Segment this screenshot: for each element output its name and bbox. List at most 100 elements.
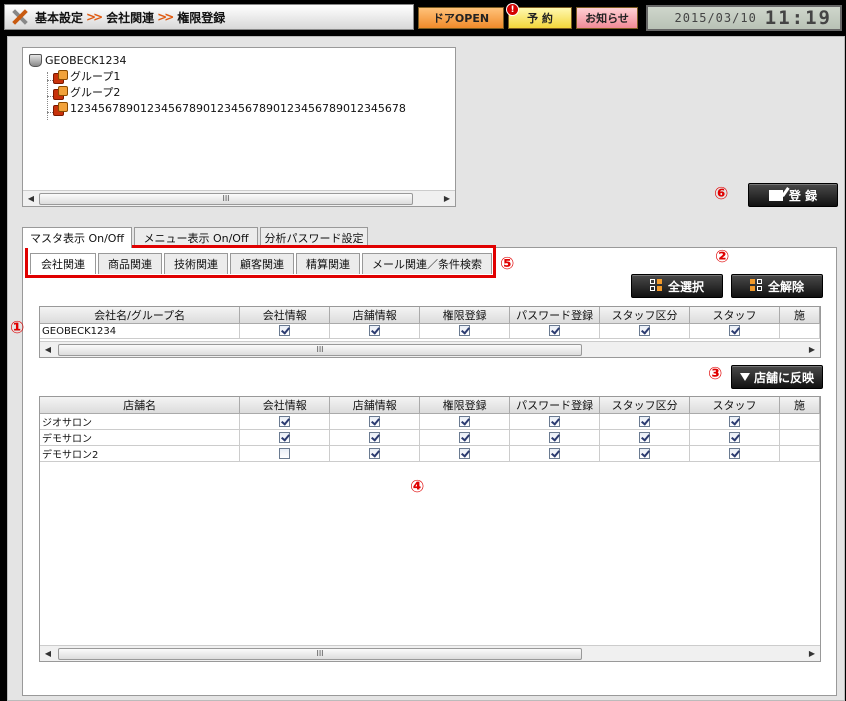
- apply-store-label: 店舗に反映: [753, 370, 814, 385]
- tree-node-label: 1234567890123456789012345678901234567890…: [70, 101, 406, 115]
- permission-checkbox[interactable]: [549, 415, 561, 427]
- scroll-thumb[interactable]: III: [58, 343, 582, 356]
- scroll-track[interactable]: III: [39, 191, 439, 207]
- tab-menu-display[interactable]: メニュー表示 On/Off: [134, 227, 258, 247]
- permission-checkbox[interactable]: [729, 431, 741, 443]
- column-header[interactable]: 権限登録: [419, 307, 511, 324]
- checkbox-cell: [689, 429, 780, 446]
- callout-6: ⑥: [714, 184, 729, 204]
- company-grid-scrollbar[interactable]: ◀ III ▶: [40, 341, 820, 357]
- checkbox-cell: [599, 445, 691, 462]
- permission-checkbox[interactable]: [459, 415, 471, 427]
- scroll-right-icon[interactable]: ▶: [804, 646, 820, 662]
- column-header[interactable]: パスワード登録: [509, 397, 601, 414]
- scroll-thumb[interactable]: III: [58, 647, 582, 660]
- breadcrumb-item[interactable]: 基本設定: [35, 9, 83, 26]
- tab-mail-search[interactable]: メール関連／条件検索: [362, 253, 492, 274]
- tab-technique[interactable]: 技術関連: [164, 253, 228, 274]
- select-all-icon: [649, 279, 664, 293]
- select-all-button[interactable]: 全選択: [631, 274, 723, 298]
- scroll-right-icon[interactable]: ▶: [804, 342, 820, 358]
- tree-node[interactable]: グループ1: [53, 68, 120, 84]
- column-header[interactable]: 店舗名: [40, 397, 241, 414]
- column-header[interactable]: パスワード登録: [509, 307, 601, 324]
- checkbox-cell: [599, 413, 691, 430]
- permission-checkbox[interactable]: [729, 415, 741, 427]
- apply-store-button[interactable]: 店舗に反映: [731, 365, 823, 389]
- truncated-cell: [779, 413, 820, 430]
- column-header[interactable]: 施: [779, 397, 820, 414]
- table-row[interactable]: GEOBECK1234: [40, 323, 820, 339]
- permission-checkbox[interactable]: [549, 447, 561, 459]
- register-button[interactable]: 登 録: [748, 183, 838, 207]
- permission-checkbox[interactable]: [729, 325, 740, 337]
- row-name-cell: デモサロン2: [40, 445, 241, 462]
- breadcrumb: 基本設定 >> 会社関連 >> 権限登録: [4, 4, 414, 30]
- column-header[interactable]: スタッフ: [689, 397, 780, 414]
- door-open-button[interactable]: ドアOPEN: [418, 7, 504, 29]
- permission-checkbox[interactable]: [639, 415, 651, 427]
- permission-checkbox[interactable]: [639, 325, 651, 337]
- checkbox-cell: [509, 429, 601, 446]
- column-header[interactable]: 店舗情報: [329, 307, 421, 324]
- checkbox-cell: [239, 323, 331, 339]
- column-header[interactable]: スタッフ: [689, 307, 780, 324]
- column-header[interactable]: 会社名/グループ名: [40, 307, 241, 324]
- column-header[interactable]: 会社情報: [239, 397, 331, 414]
- permission-checkbox[interactable]: [459, 447, 471, 459]
- column-header[interactable]: 会社情報: [239, 307, 331, 324]
- breadcrumb-separator: >>: [86, 10, 103, 24]
- scroll-left-icon[interactable]: ◀: [23, 191, 39, 207]
- group-tree[interactable]: GEOBECK1234 グループ1 グループ2 1234567890123456…: [22, 47, 456, 207]
- column-header[interactable]: 権限登録: [419, 397, 511, 414]
- permission-checkbox[interactable]: [459, 325, 471, 337]
- checkbox-cell: [329, 413, 421, 430]
- store-grid-scrollbar[interactable]: ◀ III ▶: [40, 645, 820, 661]
- checkbox-cell: [419, 323, 511, 339]
- permission-checkbox[interactable]: [639, 431, 651, 443]
- scroll-left-icon[interactable]: ◀: [40, 342, 56, 358]
- scroll-left-icon[interactable]: ◀: [40, 646, 56, 662]
- permission-checkbox[interactable]: [549, 431, 561, 443]
- column-header[interactable]: 施: [779, 307, 820, 324]
- permission-checkbox[interactable]: [279, 325, 291, 337]
- group-icon: [53, 85, 68, 100]
- permission-checkbox[interactable]: [369, 325, 381, 337]
- tab-company[interactable]: 会社関連: [30, 253, 96, 274]
- table-row[interactable]: デモサロン2: [40, 445, 820, 462]
- column-header[interactable]: スタッフ区分: [599, 397, 691, 414]
- permission-checkbox[interactable]: [459, 431, 471, 443]
- scroll-right-icon[interactable]: ▶: [439, 191, 455, 207]
- tab-master-display[interactable]: マスタ表示 On/Off: [22, 227, 132, 248]
- tree-node-root[interactable]: GEOBECK1234: [29, 52, 127, 68]
- table-row[interactable]: ジオサロン: [40, 413, 820, 430]
- tree-node[interactable]: グループ2: [53, 84, 120, 100]
- permission-checkbox[interactable]: [369, 415, 381, 427]
- tab-product[interactable]: 商品関連: [98, 253, 162, 274]
- callout-5: ⑤: [500, 254, 515, 274]
- column-header[interactable]: スタッフ区分: [599, 307, 691, 324]
- permission-checkbox[interactable]: [279, 415, 291, 427]
- permission-checkbox[interactable]: [639, 447, 651, 459]
- deselect-all-button[interactable]: 全解除: [731, 274, 823, 298]
- news-button[interactable]: お知らせ: [576, 7, 638, 29]
- tree-node[interactable]: 1234567890123456789012345678901234567890…: [53, 100, 406, 116]
- scroll-thumb[interactable]: III: [39, 192, 413, 205]
- permission-checkbox[interactable]: [279, 431, 291, 443]
- column-header[interactable]: 店舗情報: [329, 397, 421, 414]
- permission-checkbox[interactable]: [729, 447, 741, 459]
- permission-checkbox[interactable]: [549, 325, 561, 337]
- table-row[interactable]: デモサロン: [40, 429, 820, 446]
- permission-checkbox[interactable]: [369, 447, 381, 459]
- tab-customer[interactable]: 顧客関連: [230, 253, 294, 274]
- tab-settlement[interactable]: 精算関連: [296, 253, 360, 274]
- scroll-track[interactable]: III: [56, 646, 804, 662]
- checkbox-cell: [419, 429, 511, 446]
- permission-checkbox[interactable]: [279, 447, 291, 459]
- row-name-cell: ジオサロン: [40, 413, 241, 430]
- scroll-track[interactable]: III: [56, 342, 804, 358]
- permission-checkbox[interactable]: [369, 431, 381, 443]
- tab-analysis-password[interactable]: 分析パスワード設定: [260, 227, 368, 247]
- breadcrumb-item[interactable]: 会社関連: [106, 9, 154, 26]
- tree-horizontal-scrollbar[interactable]: ◀ III ▶: [23, 190, 455, 206]
